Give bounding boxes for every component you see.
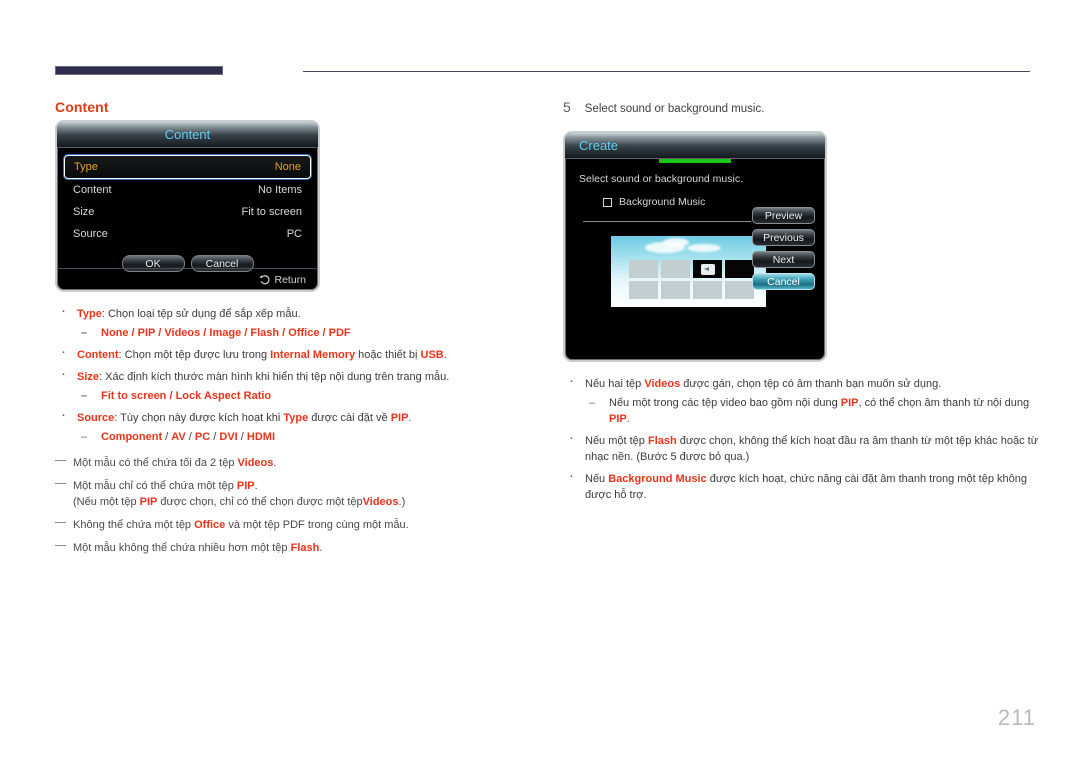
term-size: Size [77, 371, 100, 383]
term-type: Type [77, 308, 102, 320]
bullet-videos-audio: Nếu hai tệp Videos được gán, chọn tệp có… [563, 373, 1041, 427]
preview-button[interactable]: Preview [752, 207, 815, 224]
cloud-shape [687, 244, 721, 252]
bullet-source-options: Component / AV / PC / DVI / HDMI [77, 429, 535, 445]
template-cell [661, 281, 690, 299]
create-divider [583, 221, 751, 222]
content-settings-list: Type None Content No Items Size Fit to s… [57, 148, 318, 272]
setting-label-type: Type [74, 161, 98, 173]
previous-button[interactable]: Previous [752, 229, 815, 246]
cancel-button[interactable]: Cancel [752, 273, 815, 290]
setting-value-content: No Items [257, 184, 302, 196]
setting-row-size[interactable]: Size Fit to screen [64, 201, 311, 223]
setting-label-size: Size [73, 206, 95, 218]
header-rule-thin [303, 71, 1030, 72]
term-content: Content [77, 349, 119, 361]
bullet-flash-audio-text: Nếu một tệp Flash được chọn, không thể k… [585, 435, 1039, 463]
note-item: Một mẫu chỉ có thể chứa một tệp PIP. (Nếu… [55, 478, 535, 510]
return-label: Return [274, 273, 306, 286]
note-item: Không thể chứa một tệp Office và một tệp… [55, 517, 535, 533]
bullet-type: Type: Chọn loại tệp sử dụng để sắp xếp m… [55, 303, 535, 341]
setting-label-source: Source [73, 228, 108, 240]
template-cell [661, 260, 690, 278]
create-dialog-title: Create [565, 133, 825, 159]
step-text: Select sound or background music. [584, 103, 765, 115]
bullet-type-text: : Chọn loại tệp sử dụng để sắp xếp mẫu. [101, 308, 301, 320]
setting-row-source[interactable]: Source PC [64, 223, 311, 245]
template-cell [693, 281, 722, 299]
setting-row-content[interactable]: Content No Items [64, 179, 311, 201]
bullet-videos-audio-text: Nếu hai tệp Videos được gán, chọn tệp có… [585, 378, 942, 390]
next-button[interactable]: Next [752, 251, 815, 268]
background-music-label: Background Music [619, 196, 706, 208]
setting-label-content: Content [73, 184, 112, 196]
content-dialog-footer: Return [57, 268, 318, 290]
note-item: Một mẫu có thể chứa tối đa 2 tệp Videos. [55, 455, 535, 471]
left-text-column: Type: Chọn loại tệp sử dụng để sắp xếp m… [55, 303, 535, 563]
template-cell [725, 281, 754, 299]
note-item: Một mẫu không thể chứa nhiều hơn một tệp… [55, 540, 535, 556]
bullet-source-text: : Tùy chọn này được kích hoạt khi Type đ… [114, 412, 412, 424]
page-number: 211 [997, 705, 1036, 730]
right-text-column: Nếu hai tệp Videos được gán, chọn tệp có… [563, 373, 1041, 509]
bullet-size-options: Fit to screen / Lock Aspect Ratio [77, 388, 535, 404]
template-cell [629, 260, 658, 278]
header-rule-thick [55, 66, 223, 75]
speaker-icon [700, 263, 715, 275]
content-dialog-title: Content [57, 122, 318, 148]
create-dialog: Create Select sound or background music.… [563, 131, 827, 362]
background-music-checkbox[interactable] [603, 197, 612, 207]
create-dialog-buttons: Preview Previous Next Cancel [752, 207, 815, 290]
bullet-size: Size: Xác định kích thước màn hình khi h… [55, 366, 535, 404]
bullet-source: Source: Tùy chọn này được kích hoạt khi … [55, 407, 535, 445]
content-dialog: Content Type None Content No Items Size … [55, 120, 320, 292]
step-5: 5 Select sound or background music. [563, 99, 764, 115]
template-cell-video [725, 260, 754, 278]
setting-value-source: PC [286, 228, 302, 240]
bullet-flash-audio: Nếu một tệp Flash được chọn, không thể k… [563, 430, 1041, 465]
setting-value-size: Fit to screen [241, 206, 302, 218]
create-caption: Select sound or background music. [579, 173, 744, 185]
template-preview [611, 236, 766, 307]
template-cell-audio [693, 260, 722, 278]
bullet-size-text: : Xác định kích thước màn hình khi hiển … [99, 371, 450, 383]
document-page: Content Content Type None Content No Ite… [0, 0, 1080, 763]
step-number: 5 [563, 99, 571, 115]
setting-row-type[interactable]: Type None [63, 154, 312, 180]
header-rule [55, 66, 1030, 78]
bullet-videos-audio-sub: Nếu một trong các tệp video bao gồm nội … [585, 395, 1041, 427]
template-cell-grid [629, 260, 754, 299]
bullet-content-text: : Chọn một tệp được lưu trong Internal M… [118, 349, 447, 361]
bullet-background-music-text: Nếu Background Music được kích hoạt, chứ… [585, 473, 1028, 501]
bullet-background-music: Nếu Background Music được kích hoạt, chứ… [563, 468, 1041, 503]
bullet-content: Content: Chọn một tệp được lưu trong Int… [55, 344, 535, 363]
bullet-type-options: None / PIP / Videos / Image / Flash / Of… [77, 325, 535, 341]
cloud-shape [663, 238, 689, 247]
return-arrow-icon [259, 274, 270, 285]
template-cell [629, 281, 658, 299]
setting-value-type: None [274, 161, 301, 173]
page-title: Content [55, 99, 109, 115]
term-source: Source [77, 412, 115, 424]
